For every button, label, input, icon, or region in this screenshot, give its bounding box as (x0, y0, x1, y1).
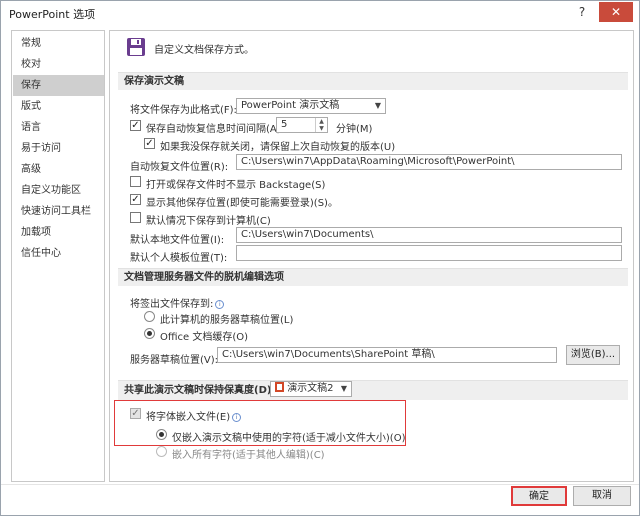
sidebar-item-accessibility[interactable]: 易于访问 (13, 138, 104, 159)
autorecover-path-label: 自动恢复文件位置(R): (130, 162, 229, 173)
drafts-path-input[interactable]: C:\Users\win7\Documents\SharePoint 草稿\ (217, 347, 557, 363)
server-drafts-label: 此计算机的服务器草稿位置(L) (160, 315, 294, 326)
autorecover-label: 保存自动恢复信息时间间隔(A) (146, 124, 281, 135)
no-backstage-label: 打开或保存文件时不显示 Backstage(S) (146, 180, 326, 191)
template-path-label: 默认个人模板位置(T): (130, 253, 228, 264)
sidebar-item-save[interactable]: 保存 (13, 75, 104, 96)
autorecover-path-input[interactable]: C:\Users\win7\AppData\Roaming\Microsoft\… (236, 154, 622, 170)
sidebar-item-customize-ribbon[interactable]: 自定义功能区 (13, 180, 104, 201)
chevron-down-icon: ▼ (374, 101, 381, 110)
dialog-title: PowerPoint 选项 (9, 8, 96, 21)
fidelity-title: 共享此演示文稿时保持保真度(D): (124, 385, 276, 396)
save-to-computer-checkbox[interactable] (130, 212, 141, 223)
fidelity-section-header: 共享此演示文稿时保持保真度(D): (118, 380, 628, 400)
sidebar-item-trust-center[interactable]: 信任中心 (13, 243, 104, 264)
help-button[interactable]: ? (569, 2, 595, 22)
autorecover-minutes-value: 5 (281, 119, 288, 130)
show-more-locations-checkbox[interactable]: ✓ (130, 194, 141, 205)
sidebar-item-language[interactable]: 语言 (13, 117, 104, 138)
sidebar-item-advanced[interactable]: 高级 (13, 159, 104, 180)
presentation-icon (275, 382, 284, 392)
browse-button[interactable]: 浏览(B)... (566, 345, 620, 365)
cancel-button[interactable]: 取消 (573, 486, 631, 506)
server-section-header: 文档管理服务器文件的脱机编辑选项 (118, 268, 628, 286)
local-path-input[interactable]: C:\Users\win7\Documents\ (236, 227, 622, 243)
autorecover-minutes-input[interactable]: 5 ▲ ▼ (276, 117, 328, 133)
save-settings-panel: 自定义文档保存方式。 保存演示文稿 将文件保存为此格式(F): PowerPoi… (109, 30, 634, 482)
autorecover-checkbox[interactable]: ✓ (130, 120, 141, 131)
show-more-locations-label: 显示其他保存位置(即使可能需要登录)(S)。 (146, 198, 338, 209)
save-to-computer-label: 默认情况下保存到计算机(C) (146, 216, 271, 227)
keep-last-version-checkbox[interactable]: ✓ (144, 138, 155, 149)
keep-last-version-label: 如果我没保存就关闭，请保留上次自动恢复的版本(U) (160, 142, 396, 153)
save-disk-icon (127, 38, 145, 56)
options-dialog: PowerPoint 选项 ? ✕ 常规 校对 保存 版式 语言 易于访问 高级… (0, 0, 640, 516)
format-label: 将文件保存为此格式(F): (130, 105, 237, 116)
title-bar: PowerPoint 选项 ? ✕ (1, 1, 639, 25)
sidebar-item-addins[interactable]: 加载项 (13, 222, 104, 243)
save-section-header: 保存演示文稿 (118, 72, 628, 90)
sidebar-item-quick-access[interactable]: 快速访问工具栏 (13, 201, 104, 222)
server-drafts-radio[interactable] (144, 311, 155, 322)
chevron-down-icon: ▼ (340, 384, 347, 393)
minutes-label: 分钟(M) (336, 124, 373, 135)
format-value: PowerPoint 演示文稿 (241, 100, 340, 111)
close-button[interactable]: ✕ (599, 2, 633, 22)
sidebar-item-proofing[interactable]: 校对 (13, 54, 104, 75)
embed-all-chars-radio[interactable] (156, 446, 167, 457)
fidelity-doc-dropdown[interactable]: 演示文稿2 ▼ (270, 381, 352, 397)
info-icon: i (215, 300, 225, 309)
drafts-path-label: 服务器草稿位置(V): (130, 355, 219, 366)
office-cache-label: Office 文档缓存(O) (160, 332, 249, 343)
panel-header-text: 自定义文档保存方式。 (154, 45, 254, 56)
save-checked-out-label: 将签出文件保存到: i (130, 295, 225, 310)
category-sidebar: 常规 校对 保存 版式 语言 易于访问 高级 自定义功能区 快速访问工具栏 加载… (11, 30, 105, 482)
no-backstage-checkbox[interactable] (130, 176, 141, 187)
embed-fonts-highlight (114, 400, 406, 446)
ok-button[interactable]: 确定 (511, 486, 567, 506)
embed-all-chars-label: 嵌入所有字符(适于其他人编辑)(C) (172, 450, 325, 461)
template-path-input[interactable] (236, 245, 622, 261)
fidelity-doc-value: 演示文稿2 (287, 383, 334, 394)
local-path-label: 默认本地文件位置(I): (130, 235, 225, 246)
format-dropdown[interactable]: PowerPoint 演示文稿 ▼ (236, 98, 386, 114)
footer-divider (1, 484, 639, 485)
minutes-spinner[interactable]: ▲ ▼ (315, 118, 327, 132)
sidebar-item-layout[interactable]: 版式 (13, 96, 104, 117)
office-cache-radio[interactable] (144, 328, 155, 339)
sidebar-item-general[interactable]: 常规 (13, 33, 104, 54)
save-checked-out-text: 将签出文件保存到: (130, 299, 214, 310)
